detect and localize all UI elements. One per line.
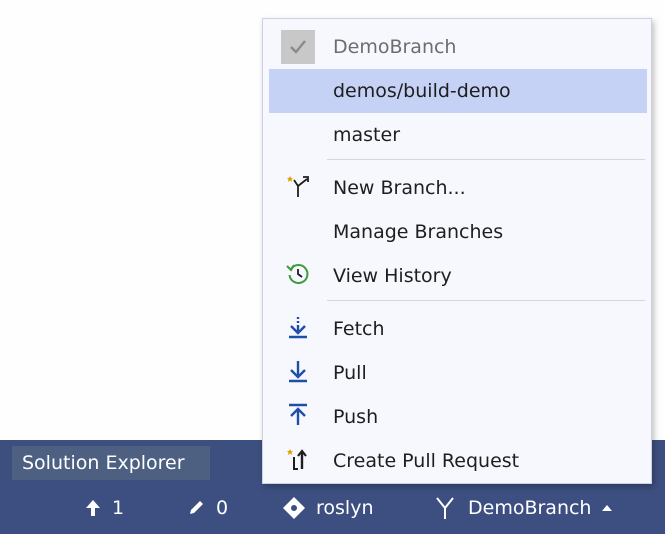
- menu-item-branch-demos-build-demo[interactable]: demos/build-demo: [269, 69, 647, 113]
- pending-changes-indicator[interactable]: 0: [186, 482, 228, 534]
- checkmark-icon: [281, 30, 315, 64]
- menu-item-current-branch: DemoBranch: [269, 25, 647, 69]
- menu-item-label: Fetch: [333, 318, 385, 340]
- branch-name: DemoBranch: [468, 497, 592, 519]
- branch-popup-menu: DemoBranch demos/build-demo master New B…: [262, 18, 652, 484]
- new-branch-icon: [285, 173, 311, 204]
- git-repo-icon: [282, 496, 306, 520]
- arrow-up-icon: [84, 498, 102, 518]
- menu-item-label: Manage Branches: [333, 221, 504, 243]
- menu-item-pull[interactable]: Pull: [269, 351, 647, 395]
- pencil-icon: [186, 498, 206, 518]
- changes-count: 0: [216, 497, 229, 519]
- menu-item-push[interactable]: Push: [269, 395, 647, 439]
- menu-item-label: New Branch...: [333, 177, 466, 199]
- menu-item-label: Pull: [333, 362, 367, 384]
- menu-item-branch-master[interactable]: master: [269, 113, 647, 157]
- menu-item-label: DemoBranch: [333, 36, 457, 58]
- menu-item-label: View History: [333, 265, 452, 287]
- unpushed-count: 1: [112, 497, 125, 519]
- repository-indicator[interactable]: roslyn: [282, 482, 373, 534]
- unpushed-commits-indicator[interactable]: 1: [84, 482, 124, 534]
- branch-icon: [432, 495, 458, 521]
- pull-icon: [286, 358, 310, 389]
- branch-indicator[interactable]: DemoBranch: [432, 482, 613, 534]
- menu-item-label: demos/build-demo: [333, 80, 511, 102]
- solution-explorer-tab[interactable]: Solution Explorer: [12, 446, 210, 480]
- menu-item-create-pull-request[interactable]: Create Pull Request: [269, 439, 647, 483]
- menu-item-label: Create Pull Request: [333, 450, 520, 472]
- pull-request-icon: [285, 446, 311, 477]
- menu-item-label: master: [333, 124, 401, 146]
- push-icon: [286, 402, 310, 433]
- repo-name: roslyn: [316, 497, 374, 519]
- caret-up-icon: [601, 503, 613, 513]
- menu-separator: [327, 159, 645, 160]
- menu-item-fetch[interactable]: Fetch: [269, 307, 647, 351]
- menu-item-new-branch[interactable]: New Branch...: [269, 166, 647, 210]
- menu-item-label: Push: [333, 406, 379, 428]
- menu-item-view-history[interactable]: View History: [269, 254, 647, 298]
- status-bar: 1 0 roslyn DemoBranch: [0, 482, 665, 534]
- fetch-icon: [286, 314, 310, 345]
- history-icon: [285, 261, 311, 292]
- menu-separator: [327, 300, 645, 301]
- menu-item-manage-branches[interactable]: Manage Branches: [269, 210, 647, 254]
